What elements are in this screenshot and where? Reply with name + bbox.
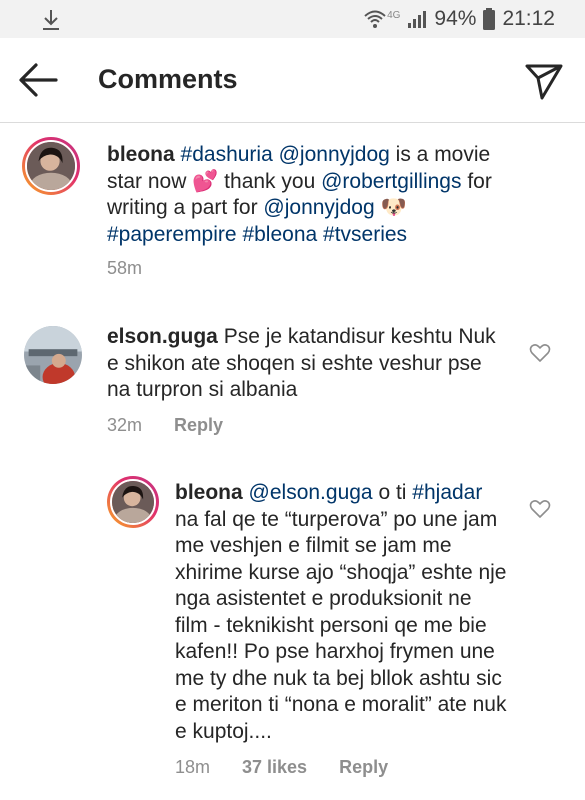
reply-avatar[interactable]: [107, 476, 159, 528]
comment-text: elson.guga Pse je katandisur keshtu Nuk …: [107, 324, 497, 404]
caption-avatar[interactable]: [22, 137, 80, 195]
caption-meta: 58m: [107, 258, 142, 279]
download-icon: [43, 10, 59, 30]
reply-text-part: na fal qe te “turperova” po une jam me v…: [175, 507, 507, 743]
reply-username[interactable]: bleona: [175, 481, 243, 504]
likes-count[interactable]: 37 likes: [242, 757, 307, 778]
mention-link[interactable]: @elson.guga: [249, 481, 373, 504]
like-heart-icon[interactable]: [529, 499, 551, 519]
mention-link[interactable]: @robertgillings: [321, 170, 461, 193]
app-header: Comments: [0, 38, 585, 122]
comment-username[interactable]: elson.guga: [107, 325, 218, 348]
caption-username[interactable]: bleona: [107, 143, 175, 166]
caption-text: bleona #dashuria @jonnyjdog is a movie s…: [107, 142, 527, 248]
hashtag-link[interactable]: #dashuria: [181, 143, 273, 166]
caption-text-part: 🐶: [374, 196, 407, 219]
page-title: Comments: [98, 64, 238, 94]
hashtag-link[interactable]: #paperempire: [107, 223, 237, 246]
avatar-photo: [24, 326, 82, 384]
battery-percent: 94%: [434, 7, 477, 30]
reply-button[interactable]: Reply: [174, 415, 223, 436]
back-arrow-icon[interactable]: [16, 60, 60, 100]
wifi-icon: [364, 10, 386, 28]
mention-link[interactable]: @jonnyjdog: [263, 196, 374, 219]
reply-timestamp: 18m: [175, 757, 211, 777]
reply-text: bleona @elson.guga o ti #hjadar na fal q…: [175, 480, 508, 745]
network-type: 4G: [387, 9, 401, 21]
header-divider: [0, 122, 585, 123]
status-right: 4G 94% 21:12: [364, 7, 555, 31]
mention-link[interactable]: @jonnyjdog: [279, 143, 390, 166]
comment-meta: 32m Reply: [107, 415, 223, 436]
signal-icon: [408, 11, 427, 28]
comment-timestamp: 32m: [107, 415, 143, 435]
reply-meta: 18m 37 likes Reply: [175, 757, 388, 778]
status-bar: 4G 94% 21:12: [0, 0, 585, 38]
avatar-photo: [112, 481, 154, 523]
like-heart-icon[interactable]: [529, 343, 551, 363]
battery-icon: [483, 8, 496, 30]
clock: 21:12: [502, 7, 555, 30]
reply-button[interactable]: Reply: [339, 757, 388, 778]
hashtag-link[interactable]: #bleona: [242, 223, 317, 246]
direct-send-icon[interactable]: [522, 58, 566, 102]
reply-text-part: o ti: [372, 481, 413, 504]
caption-timestamp: 58m: [107, 258, 143, 278]
comment-avatar[interactable]: [24, 326, 82, 384]
hashtag-link[interactable]: #hjadar: [412, 481, 482, 504]
hashtag-link[interactable]: #tvseries: [323, 223, 407, 246]
avatar-photo: [27, 142, 75, 190]
